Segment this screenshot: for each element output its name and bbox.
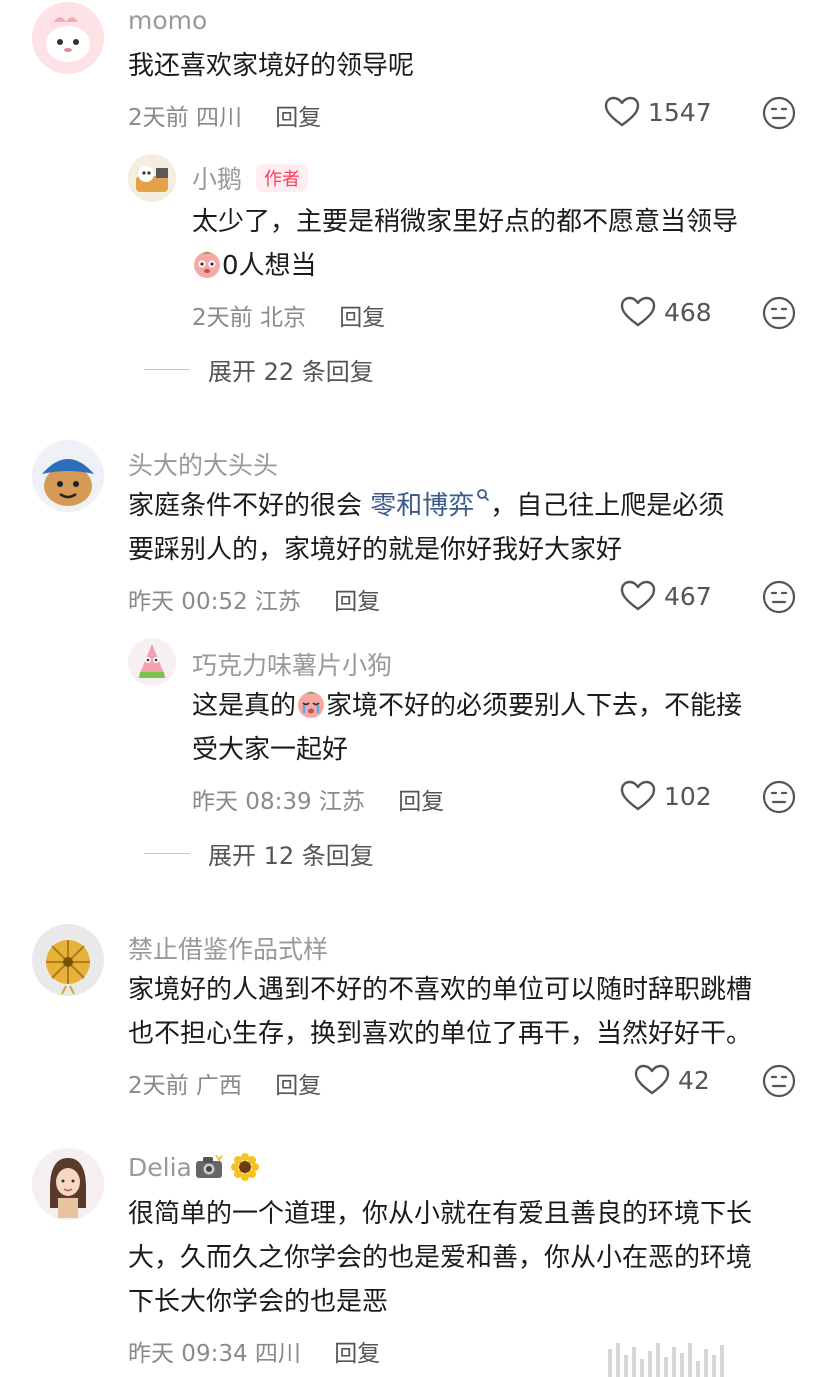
reply-text-part: 家境不好的必须要别人下去，不能接 [326,691,743,721]
reply-meta: 2天前 北京 回复 [192,298,385,332]
reply-button[interactable]: 回复 [334,589,380,615]
heart-outline-icon [620,580,656,611]
comment-location: 广西 [195,1073,242,1099]
avatar-jinzhijiejian[interactable] [32,924,104,996]
expand-replies-button[interactable]: 展开 12 条回复 [144,836,374,871]
reply-time: 昨天 08:39 [192,789,312,815]
watermark [608,1337,828,1377]
like-count: 42 [678,1065,710,1095]
search-link[interactable]: 零和博弈 [370,488,490,521]
comment-text-line2: 大，久而久之你学会的也是爱和善，你从小在恶的环境 [128,1243,753,1273]
expand-replies-label: 展开 22 条回复 [208,358,374,386]
heart-outline-icon [604,96,640,127]
reply-meta: 昨天 08:39 江苏 回复 [192,782,444,816]
reply-button[interactable]: 回复 [398,789,444,815]
comment-text: 很简单的一个道理，你从小就在有爱且善良的环境下长 [128,1199,753,1229]
neutral-face-icon[interactable] [762,296,796,330]
comment-text: 我还喜欢家境好的领导呢 [128,51,415,81]
search-icon [476,488,490,502]
comment-time: 2天前 [128,105,189,131]
comment-text-line3: 下长大你学会的也是恶 [128,1287,389,1317]
expand-replies-button[interactable]: 展开 22 条回复 [144,352,374,387]
like-button[interactable]: 42 [634,1064,710,1096]
divider [144,853,190,854]
reply-text: 太少了，主要是稍微家里好点的都不愿意当领导 [192,207,739,237]
avatar-xiaoe[interactable] [128,154,176,202]
reply-username-text[interactable]: 小鹅 [192,165,242,194]
comment-meta: 昨天 00:52 江苏 回复 [128,582,380,616]
comment-time: 2天前 [128,1073,189,1099]
comment-username[interactable]: 头大的大头头 [128,446,278,482]
reply-text-part: 这是真的 [192,691,297,721]
search-link-text: 零和博弈 [370,491,475,521]
comment-username-text[interactable]: Delia [128,1153,192,1182]
sunflower-icon [230,1152,260,1182]
comment-meta: 昨天 09:34 四川 回复 [128,1334,380,1368]
reply-text-line2: 受大家一起好 [192,735,349,765]
like-button[interactable]: 102 [620,780,712,812]
comment-text: 家境好的人遇到不好的不喜欢的单位可以随时辞职跳槽 [128,975,753,1005]
reply-username[interactable]: 巧克力味薯片小狗 [192,646,392,682]
comment-meta: 2天前 四川 回复 [128,98,321,132]
crying-peach-emoji-icon [192,249,222,279]
like-button[interactable]: 467 [620,580,712,612]
avatar-momo[interactable] [32,2,104,74]
heart-outline-icon [620,780,656,811]
neutral-face-icon[interactable] [762,780,796,814]
comment-text-part: ，自己往上爬是必须 [490,491,725,521]
comment-text-line2: 要踩别人的，家境好的就是你好我好大家好 [128,535,623,565]
comment-time: 昨天 09:34 [128,1341,248,1367]
like-count: 102 [664,781,712,811]
heart-outline-icon [634,1064,670,1095]
comment-text-line2: 也不担心生存，换到喜欢的单位了再干，当然好好干。 [128,1019,753,1049]
neutral-face-icon[interactable] [762,580,796,614]
reply-location: 北京 [259,305,306,331]
like-count: 467 [664,581,712,611]
neutral-face-icon[interactable] [762,96,796,130]
comment-username[interactable]: momo [128,6,207,35]
reply-button[interactable]: 回复 [275,105,321,131]
comment-time: 昨天 00:52 [128,589,248,615]
author-badge: 作者 [256,164,309,192]
avatar-toudadetoutou[interactable] [32,440,104,512]
like-count: 468 [664,297,712,327]
camera-flash-icon [194,1153,224,1181]
comment-text: 家庭条件不好的很会 零和博弈 ，自己往上爬是必须 [128,484,724,528]
comment-meta: 2天前 广西 回复 [128,1066,321,1100]
reply-text-line2: 0人想当 [192,244,317,288]
comment-location: 四川 [195,105,242,131]
like-count: 1547 [648,97,712,127]
comment-location: 江苏 [254,589,301,615]
reply-location: 江苏 [318,789,365,815]
reply-time: 2天前 [192,305,253,331]
reply-text: 这是真的 家境不好的必须要别人下去，不能接 [192,684,742,728]
like-button[interactable]: 468 [620,296,712,328]
reply-text-line2-text: 0人想当 [222,251,317,281]
heart-outline-icon [620,296,656,327]
avatar-qiaokeli[interactable] [128,638,176,686]
crying-emoji-icon [296,689,326,719]
comment-username: Delia [128,1152,260,1182]
comment-location: 四川 [254,1341,301,1367]
expand-replies-label: 展开 12 条回复 [208,842,374,870]
comment-text-part: 家庭条件不好的很会 [128,491,371,521]
comment-username[interactable]: 禁止借鉴作品式样 [128,930,328,966]
divider [144,369,190,370]
reply-button[interactable]: 回复 [334,1341,380,1367]
avatar-delia[interactable] [32,1148,104,1220]
like-button[interactable]: 1547 [604,96,712,128]
reply-button[interactable]: 回复 [339,305,385,331]
neutral-face-icon[interactable] [762,1064,796,1098]
reply-button[interactable]: 回复 [275,1073,321,1099]
reply-username: 小鹅 作者 [192,160,309,196]
